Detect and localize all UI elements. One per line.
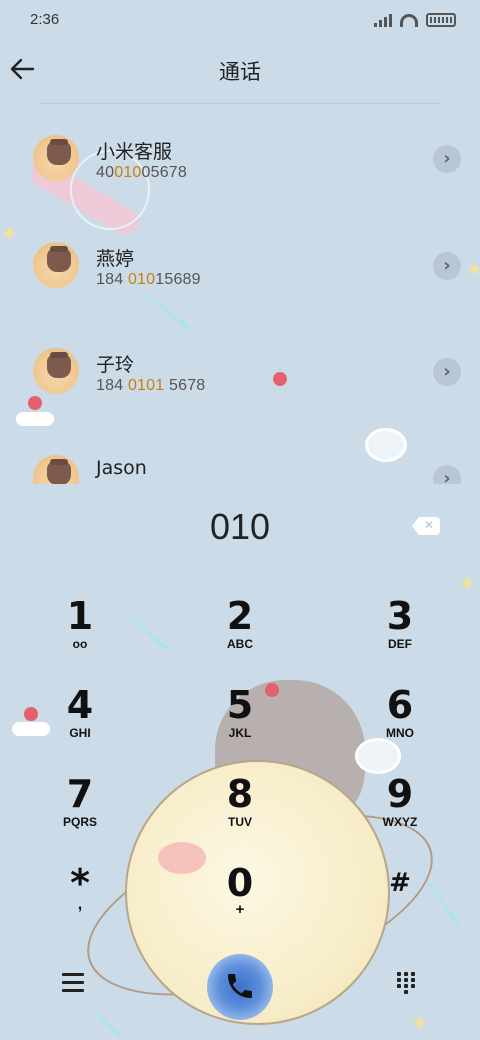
contact-detail-button[interactable]: › [433,252,461,280]
contact-name: Jason [96,457,147,479]
contact-detail-button[interactable]: › [433,465,461,484]
phone-icon [228,974,252,998]
key-digit: # [389,868,411,898]
chevron-right-icon: › [443,148,451,169]
key-digit: 3 [386,594,414,638]
contact-row[interactable]: 子玲 184 0101 5678 › [0,328,480,428]
chevron-right-icon: › [443,468,451,484]
keypad: 1 oo 2 ABC 3 DEF 4 GHI 5 JKL 6 MNO 7 PQR… [0,590,480,950]
key-letters: MNO [386,726,414,740]
contact-row[interactable]: 燕婷 184 01015689 › [0,222,480,322]
contact-row[interactable]: Jason › [0,435,480,484]
bottom-bar [0,950,480,1030]
key-letters: GHI [69,726,91,740]
key-letters: JKL [228,726,252,740]
key-letters: , [77,896,83,913]
menu-button[interactable] [62,973,84,993]
contact-number: 184 01015689 [96,271,201,288]
contact-name: 燕婷 [96,248,135,270]
key-digit: 9 [386,772,414,816]
contact-name: 子玲 [96,354,135,376]
key-7[interactable]: 7 PQRS [30,773,130,853]
key-digit: 0 [226,861,254,905]
key-letters: DEF [388,637,412,651]
key-digit: 7 [66,772,94,816]
contact-number: 4001005678 [96,164,187,181]
header: 通话 [0,45,480,95]
contact-detail-button[interactable]: › [433,145,461,173]
wifi-icon [400,13,418,27]
dialpad-button[interactable] [397,972,417,998]
key-digit: 2 [226,594,254,638]
key-0[interactable]: 0 + [190,862,290,942]
key-2[interactable]: 2 ABC [190,595,290,675]
header-divider [40,103,440,104]
backspace-button[interactable]: ✕ [412,517,440,535]
key-8[interactable]: 8 TUV [190,773,290,853]
status-icons [374,13,456,27]
key-digit: 4 [66,683,94,727]
battery-icon [426,13,456,27]
key-4[interactable]: 4 GHI [30,684,130,764]
contact-name: 小米客服 [96,141,173,163]
menu-icon [62,973,84,992]
signal-icon [374,13,392,27]
key-digit: 1 [66,594,94,638]
avatar [33,348,79,394]
page-title: 通话 [219,60,261,84]
voicemail-icon: oo [72,637,88,651]
key-9[interactable]: 9 WXYZ [350,773,450,853]
key-digit: 5 [226,683,254,727]
contact-number: 184 0101 5678 [96,377,206,394]
key-6[interactable]: 6 MNO [350,684,450,764]
chevron-right-icon: › [443,255,451,276]
key-letters: + [235,901,245,918]
contact-row[interactable]: 小米客服 4001005678 › [0,115,480,215]
key-digit: 8 [226,772,254,816]
key-hash[interactable]: # [350,862,450,942]
chevron-right-icon: › [443,361,451,382]
key-3[interactable]: 3 DEF [350,595,450,675]
key-star[interactable]: * , [30,862,130,942]
call-button[interactable] [207,954,273,1020]
status-time: 2:36 [30,11,60,28]
avatar [33,455,79,484]
avatar [33,242,79,288]
dial-display: 010 ✕ [0,500,480,560]
key-1[interactable]: 1 oo [30,595,130,675]
key-letters: ABC [227,637,253,651]
key-letters: TUV [228,815,252,829]
status-bar: 2:36 [0,0,480,40]
dialed-number[interactable]: 010 [0,506,480,548]
key-letters: WXYZ [382,815,418,829]
contact-detail-button[interactable]: › [433,358,461,386]
key-letters: PQRS [62,815,97,829]
avatar [33,135,79,181]
contact-list[interactable]: 小米客服 4001005678 › 燕婷 184 01015689 › 子玲 1… [0,115,480,484]
key-digit: 6 [386,683,414,727]
key-5[interactable]: 5 JKL [190,684,290,764]
